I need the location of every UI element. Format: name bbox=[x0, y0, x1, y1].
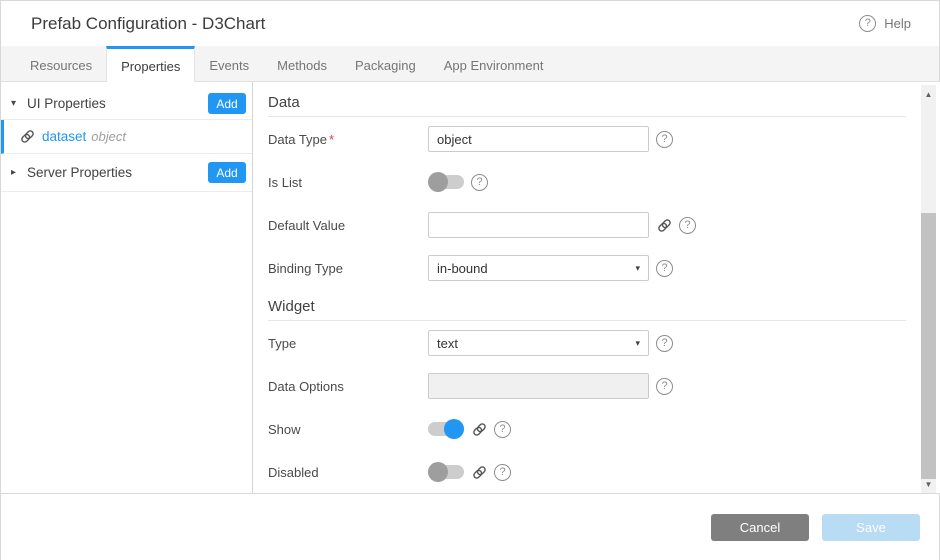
tab-properties[interactable]: Properties bbox=[106, 46, 195, 83]
help-circle-icon[interactable]: ? bbox=[656, 260, 673, 277]
field-row-binding-type: Binding Type in-bound ▾ ? bbox=[268, 255, 940, 281]
data-type-input[interactable] bbox=[428, 126, 649, 152]
dropdown-arrow-icon: ▾ bbox=[635, 263, 640, 274]
link-icon bbox=[19, 129, 35, 145]
field-row-data-type: Data Type* ? bbox=[268, 126, 940, 152]
property-type: object bbox=[91, 129, 126, 144]
field-label: Show bbox=[268, 422, 428, 437]
page-title: Prefab Configuration - D3Chart bbox=[31, 14, 265, 34]
sidebar-group-label: Server Properties bbox=[27, 165, 208, 180]
properties-sidebar: ▾ UI Properties Add dataset object ▸ Ser… bbox=[1, 82, 253, 493]
tab-packaging[interactable]: Packaging bbox=[341, 46, 430, 81]
section-title-data: Data bbox=[268, 94, 906, 117]
sidebar-group-ui-properties[interactable]: ▾ UI Properties Add bbox=[1, 88, 252, 120]
tab-resources[interactable]: Resources bbox=[16, 46, 106, 81]
tab-bar: Resources Properties Events Methods Pack… bbox=[1, 46, 939, 82]
default-value-input[interactable] bbox=[428, 212, 649, 238]
help-button[interactable]: ? Help bbox=[859, 1, 911, 46]
dropdown-arrow-icon: ▾ bbox=[635, 338, 640, 349]
caret-down-icon: ▾ bbox=[11, 98, 27, 109]
cancel-button[interactable]: Cancel bbox=[711, 514, 809, 541]
help-circle-icon[interactable]: ? bbox=[656, 335, 673, 352]
field-row-is-list: Is List ? bbox=[268, 169, 940, 195]
field-label: Binding Type bbox=[268, 261, 428, 276]
add-server-property-button[interactable]: Add bbox=[208, 162, 246, 183]
save-button[interactable]: Save bbox=[822, 514, 920, 541]
tab-app-environment[interactable]: App Environment bbox=[430, 46, 558, 81]
is-list-toggle[interactable] bbox=[428, 172, 464, 192]
required-asterisk: * bbox=[329, 132, 334, 147]
field-label: Data Type* bbox=[268, 132, 428, 147]
sidebar-group-server-properties[interactable]: ▸ Server Properties Add bbox=[1, 154, 252, 192]
field-row-data-options: Data Options ? bbox=[268, 373, 940, 399]
field-row-show: Show ? bbox=[268, 416, 940, 442]
caret-right-icon: ▸ bbox=[11, 167, 27, 178]
scrollbar-thumb[interactable] bbox=[921, 213, 936, 479]
tab-events[interactable]: Events bbox=[195, 46, 263, 81]
scroll-down-arrow-icon[interactable]: ▼ bbox=[921, 477, 936, 491]
dialog-footer: Cancel Save bbox=[1, 494, 939, 560]
property-name: dataset bbox=[42, 129, 86, 144]
widget-type-select[interactable]: text ▾ bbox=[428, 330, 649, 356]
field-row-type: Type text ▾ ? bbox=[268, 330, 940, 356]
help-circle-icon[interactable]: ? bbox=[471, 174, 488, 191]
field-label: Data Options bbox=[268, 379, 428, 394]
help-circle-icon: ? bbox=[859, 15, 876, 32]
field-label: Disabled bbox=[268, 465, 428, 480]
scroll-up-arrow-icon[interactable]: ▲ bbox=[921, 87, 936, 101]
disabled-toggle[interactable] bbox=[428, 462, 464, 482]
bind-link-icon[interactable] bbox=[471, 421, 487, 437]
tab-methods[interactable]: Methods bbox=[263, 46, 341, 81]
section-title-widget: Widget bbox=[268, 298, 906, 321]
add-ui-property-button[interactable]: Add bbox=[208, 93, 246, 114]
show-toggle[interactable] bbox=[428, 419, 464, 439]
field-row-disabled: Disabled ? bbox=[268, 459, 940, 485]
dialog-header: Prefab Configuration - D3Chart ? Help bbox=[1, 1, 939, 46]
data-options-input bbox=[428, 373, 649, 399]
bind-link-icon[interactable] bbox=[656, 217, 672, 233]
field-label: Is List bbox=[268, 175, 428, 190]
help-circle-icon[interactable]: ? bbox=[494, 464, 511, 481]
field-label: Default Value bbox=[268, 218, 428, 233]
field-label: Type bbox=[268, 336, 428, 351]
sidebar-group-label: UI Properties bbox=[27, 96, 208, 111]
help-circle-icon[interactable]: ? bbox=[656, 378, 673, 395]
vertical-scrollbar[interactable]: ▲ ▼ bbox=[921, 85, 936, 493]
field-row-default-value: Default Value ? bbox=[268, 212, 940, 238]
help-circle-icon[interactable]: ? bbox=[656, 131, 673, 148]
sidebar-item-dataset[interactable]: dataset object bbox=[1, 120, 252, 154]
help-circle-icon[interactable]: ? bbox=[494, 421, 511, 438]
binding-type-select[interactable]: in-bound ▾ bbox=[428, 255, 649, 281]
help-circle-icon[interactable]: ? bbox=[679, 217, 696, 234]
help-label: Help bbox=[884, 16, 911, 31]
property-form-panel: Data Data Type* ? Is List ? Default Valu… bbox=[253, 82, 940, 493]
bind-link-icon[interactable] bbox=[471, 464, 487, 480]
